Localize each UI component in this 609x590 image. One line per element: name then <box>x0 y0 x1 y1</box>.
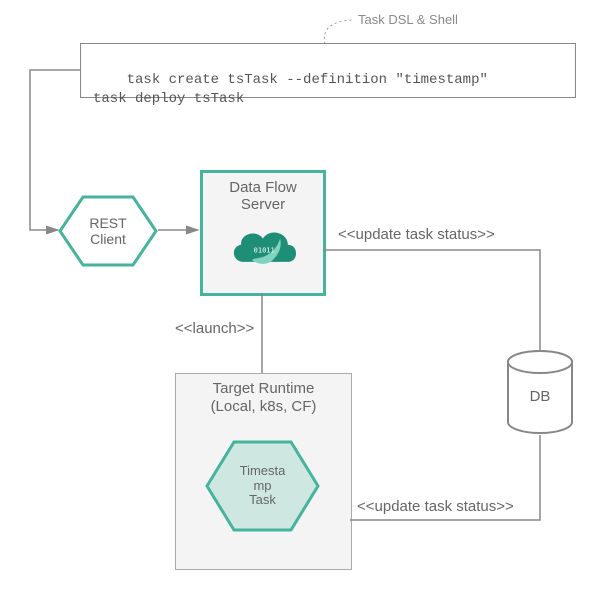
architecture-diagram: Task DSL & Shell task create tsTask --de… <box>0 0 609 590</box>
edge-label-update-status-bottom: <<update task status>> <box>357 498 514 515</box>
arrow-task-to-db <box>0 0 609 590</box>
